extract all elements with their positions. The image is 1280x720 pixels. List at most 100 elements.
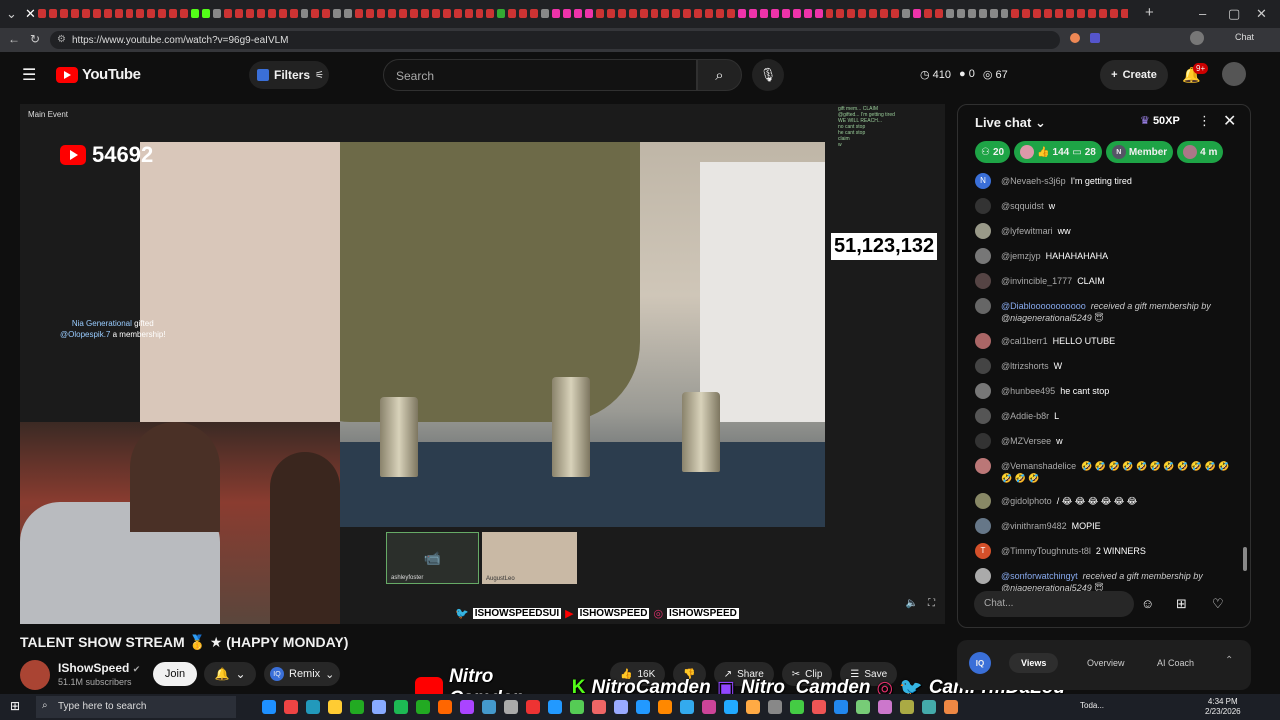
chat-scrollbar[interactable] xyxy=(1243,547,1247,571)
chat-author-avatar[interactable] xyxy=(975,198,991,214)
minimize-icon[interactable]: – xyxy=(1199,6,1206,21)
url-field[interactable]: ⚙ https://www.youtube.com/watch?v=96g9-e… xyxy=(50,31,1060,49)
chat-author[interactable]: @hunbee495 xyxy=(1001,386,1055,396)
chat-author[interactable]: @gidolphoto xyxy=(1001,496,1052,506)
chat-message[interactable]: @jemzjyp HAHAHAHAHA xyxy=(975,248,1243,264)
chat-author[interactable]: @Addie-b8r xyxy=(1001,411,1049,421)
chat-author[interactable]: @lyfewitmari xyxy=(1001,226,1053,236)
chat-input[interactable]: Chat... xyxy=(974,591,1134,617)
chat-author-avatar[interactable] xyxy=(975,358,991,374)
chat-message[interactable]: @Diablooooooooooo received a gift members… xyxy=(975,298,1243,324)
weather-widget[interactable]: Toda... xyxy=(1080,701,1104,710)
chat-message[interactable]: @Vemanshadelice 🤣 🤣 🤣 🤣 🤣 🤣 🤣 🤣 🤣 🤣 🤣 🤣 🤣… xyxy=(975,458,1243,484)
chat-author-avatar[interactable] xyxy=(975,408,991,424)
channel-name[interactable]: IShowSpeed ✔ xyxy=(58,661,140,675)
channel-avatar[interactable] xyxy=(20,660,50,690)
pill-member[interactable]: N Member xyxy=(1105,141,1174,163)
reload-icon[interactable]: ↻ xyxy=(30,32,40,46)
chat-author-avatar[interactable]: N xyxy=(975,173,991,189)
chevron-up-icon[interactable]: ⌃ xyxy=(1225,655,1233,666)
chat-author-avatar[interactable] xyxy=(975,383,991,399)
youtube-logo[interactable]: YouTube xyxy=(56,66,141,83)
chat-message[interactable]: @vinithram9482 MOPIE xyxy=(975,518,1243,534)
chat-author[interactable]: @jemzjyp xyxy=(1001,251,1041,261)
close-window-icon[interactable]: ✕ xyxy=(1256,6,1267,22)
extension-stats[interactable]: ◷ 410 ● 0 ◎ 67 xyxy=(920,68,1008,81)
chat-author-avatar[interactable] xyxy=(975,568,991,584)
chat-message[interactable]: @sqquidst w xyxy=(975,198,1243,214)
chat-author[interactable]: @vinithram9482 xyxy=(1001,521,1067,531)
tab-menu-icon[interactable]: ⌄ xyxy=(6,6,17,22)
chat-author[interactable]: @invincible_1777 xyxy=(1001,276,1072,286)
account-avatar[interactable] xyxy=(1222,62,1246,86)
voice-search-button[interactable]: 🎙 xyxy=(752,59,784,91)
search-input[interactable]: Search xyxy=(383,59,697,91)
chat-message[interactable]: @cal1berr1 HELLO UTUBE xyxy=(975,333,1243,349)
chat-author[interactable]: @Vemanshadelice xyxy=(1001,461,1076,471)
more-options-icon[interactable]: ⋮ xyxy=(1198,113,1211,129)
chat-author[interactable]: @sqquidst xyxy=(1001,201,1044,211)
chat-message[interactable]: @invincible_1777 CLAIM xyxy=(975,273,1243,289)
call-participant-tile[interactable]: 📹 ashleyfoster xyxy=(386,532,479,584)
chat-author-avatar[interactable] xyxy=(975,493,991,509)
video-player[interactable]: Main Event 54692 51,123,132 Nia Generati… xyxy=(20,104,945,624)
tab-views[interactable]: Views xyxy=(1009,653,1059,673)
pill-stats[interactable]: 👍 144 ▭ 28 xyxy=(1014,141,1102,163)
search-button[interactable]: ⌕ xyxy=(697,59,742,91)
filters-button[interactable]: Filters ⚟ xyxy=(249,61,329,89)
fullscreen-icon[interactable]: ⛶ xyxy=(928,598,935,609)
chat-author-avatar[interactable] xyxy=(975,248,991,264)
windows-start-icon[interactable]: ⊞ xyxy=(10,699,20,713)
menu-icon[interactable]: ☰ xyxy=(22,65,36,85)
site-info-icon[interactable]: ⚙ xyxy=(57,34,66,45)
chat-message[interactable]: @hunbee495 he cant stop xyxy=(975,383,1243,399)
chat-author[interactable]: @cal1berr1 xyxy=(1001,336,1048,346)
pinned-apps[interactable] xyxy=(262,700,958,714)
chat-message[interactable]: @Addie-b8r L xyxy=(975,408,1243,424)
pill-more[interactable]: 4 m xyxy=(1177,141,1224,163)
call-participant-tile[interactable]: AugustLeo xyxy=(482,532,577,584)
chat-author[interactable]: @TimmyToughnuts-t8l xyxy=(1001,546,1091,556)
tab-ai-coach[interactable]: AI Coach xyxy=(1145,653,1206,673)
gift-icon[interactable]: ⊞ xyxy=(1176,596,1187,612)
taskbar-clock[interactable]: 4:34 PM 2/23/2026 xyxy=(1205,697,1241,717)
extension-icon[interactable] xyxy=(1070,33,1080,43)
chat-message[interactable]: @ltrizshorts W xyxy=(975,358,1243,374)
chat-author[interactable]: @MZVersee xyxy=(1001,436,1051,446)
emoji-icon[interactable]: ☺ xyxy=(1141,596,1154,611)
extension-icon[interactable] xyxy=(1090,33,1100,43)
chat-author-avatar[interactable]: T xyxy=(975,543,991,559)
chat-author[interactable]: @Diablooooooooooo xyxy=(1001,301,1086,311)
remix-button[interactable]: IQ Remix ⌄ xyxy=(264,662,340,686)
live-chat-title[interactable]: Live chat ⌄ xyxy=(975,115,1046,131)
chat-author[interactable]: @ltrizshorts xyxy=(1001,361,1049,371)
new-tab-icon[interactable]: + xyxy=(1145,4,1154,21)
volume-icon[interactable]: 🔈 xyxy=(906,598,918,609)
subscribe-bell-button[interactable]: 🔔 ⌄ xyxy=(204,662,256,686)
chat-extension-button[interactable]: Chat xyxy=(1235,32,1254,42)
taskbar-search[interactable]: ⌕ Type here to search xyxy=(36,696,236,718)
tab-overview[interactable]: Overview xyxy=(1075,653,1137,673)
chat-author[interactable]: @Nevaeh-s3j6p xyxy=(1001,176,1066,186)
pill-viewers[interactable]: ⚇ 20 xyxy=(975,141,1011,163)
tab-favicons[interactable] xyxy=(38,7,1128,20)
chat-author-avatar[interactable] xyxy=(975,223,991,239)
chat-author-avatar[interactable] xyxy=(975,518,991,534)
profile-icon[interactable] xyxy=(1190,31,1204,45)
back-icon[interactable]: ← xyxy=(8,32,20,46)
chat-message[interactable]: @gidolphoto / 😂 😂 😂 😂 😂 😂 xyxy=(975,493,1243,509)
close-chat-icon[interactable]: ✕ xyxy=(1223,111,1236,131)
join-button[interactable]: Join xyxy=(153,662,197,686)
heart-icon[interactable]: ♡ xyxy=(1212,596,1224,612)
chat-author-avatar[interactable] xyxy=(975,433,991,449)
close-tab-icon[interactable]: ✕ xyxy=(25,6,36,22)
chat-message[interactable]: @lyfewitmari ww xyxy=(975,223,1243,239)
maximize-icon[interactable]: ▢ xyxy=(1228,6,1240,22)
xp-badge[interactable]: ♛ 50XP xyxy=(1140,114,1180,127)
chat-author-avatar[interactable] xyxy=(975,458,991,474)
chat-author-avatar[interactable] xyxy=(975,333,991,349)
chat-message[interactable]: @MZVersee w xyxy=(975,433,1243,449)
chat-author[interactable]: @sonforwatchingyt xyxy=(1001,571,1078,581)
chat-author-avatar[interactable] xyxy=(975,273,991,289)
chat-message[interactable]: T @TimmyToughnuts-t8l 2 WINNERS xyxy=(975,543,1243,559)
